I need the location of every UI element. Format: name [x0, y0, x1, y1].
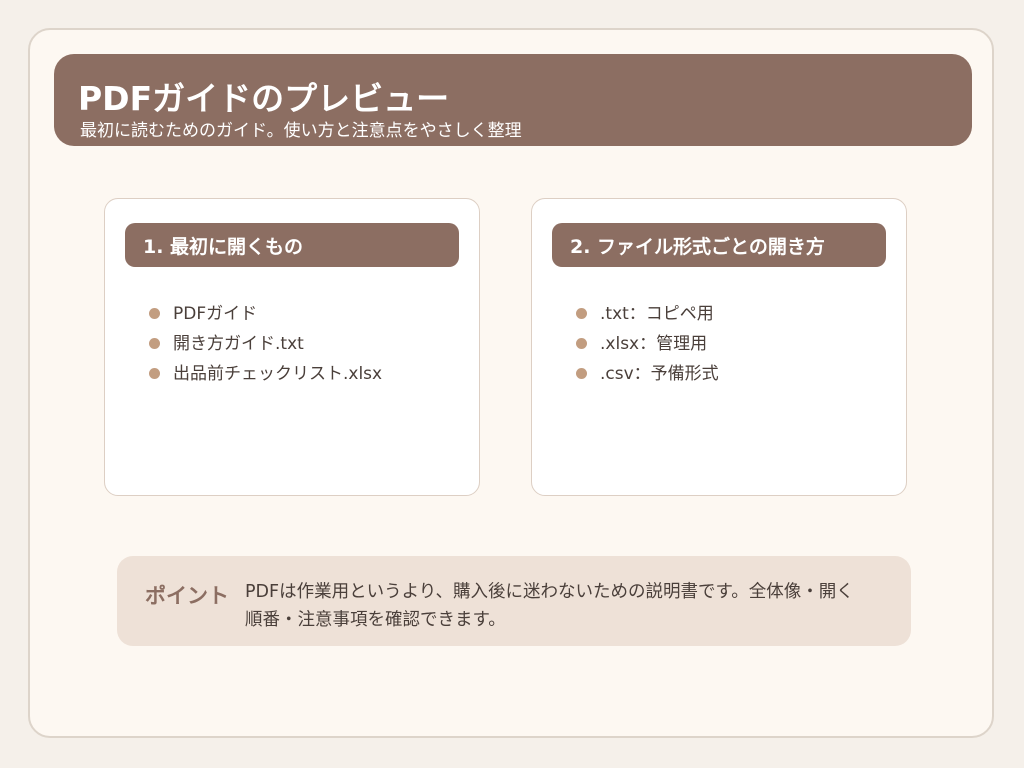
bullet-dot-icon — [576, 338, 587, 349]
list-item: PDFガイド — [149, 299, 382, 329]
card-title: 1. 最初に開くもの — [143, 235, 304, 258]
list-item-label: 出品前チェックリスト.xlsx — [173, 364, 383, 384]
list-item: .txt：コピペ用 — [576, 299, 719, 329]
page-title: PDFガイドのプレビュー — [78, 79, 450, 118]
preview-page: PDFガイドのプレビュー 最初に読むためのガイド。使い方と注意点をやさしく整理 … — [28, 28, 994, 738]
point-text: PDFは作業用というより、購入後に迷わないための説明書です。全体像・開く順番・注… — [245, 582, 854, 630]
point-callout: ポイント PDFは作業用というより、購入後に迷わないための説明書です。全体像・開… — [117, 556, 911, 646]
list-item-label: PDFガイド — [173, 304, 258, 324]
list-item: .csv：予備形式 — [576, 359, 719, 389]
bullet-dot-icon — [149, 338, 160, 349]
bullet-dot-icon — [149, 308, 160, 319]
card-file-formats: 2. ファイル形式ごとの開き方 .txt：コピペ用 .xlsx：管理用 .csv… — [531, 198, 907, 496]
page-subtitle: 最初に読むためのガイド。使い方と注意点をやさしく整理 — [80, 121, 522, 141]
card-header: 1. 最初に開くもの — [125, 223, 459, 267]
list-item-label: .txt：コピペ用 — [600, 304, 714, 324]
bullet-dot-icon — [576, 368, 587, 379]
list-item: .xlsx：管理用 — [576, 329, 719, 359]
card-title: 2. ファイル形式ごとの開き方 — [570, 235, 825, 258]
bullet-dot-icon — [149, 368, 160, 379]
list-item: 出品前チェックリスト.xlsx — [149, 359, 382, 389]
list-item-label: .csv：予備形式 — [600, 364, 719, 384]
card-list: PDFガイド 開き方ガイド.txt 出品前チェックリスト.xlsx — [149, 299, 382, 389]
header-banner: PDFガイドのプレビュー 最初に読むためのガイド。使い方と注意点をやさしく整理 — [54, 54, 972, 146]
list-item: 開き方ガイド.txt — [149, 329, 382, 359]
list-item-label: 開き方ガイド.txt — [173, 334, 304, 354]
card-header: 2. ファイル形式ごとの開き方 — [552, 223, 886, 267]
point-label: ポイント — [145, 584, 229, 608]
card-first-to-open: 1. 最初に開くもの PDFガイド 開き方ガイド.txt 出品前チェックリスト.… — [104, 198, 480, 496]
card-list: .txt：コピペ用 .xlsx：管理用 .csv：予備形式 — [576, 299, 719, 389]
list-item-label: .xlsx：管理用 — [600, 334, 708, 354]
bullet-dot-icon — [576, 308, 587, 319]
